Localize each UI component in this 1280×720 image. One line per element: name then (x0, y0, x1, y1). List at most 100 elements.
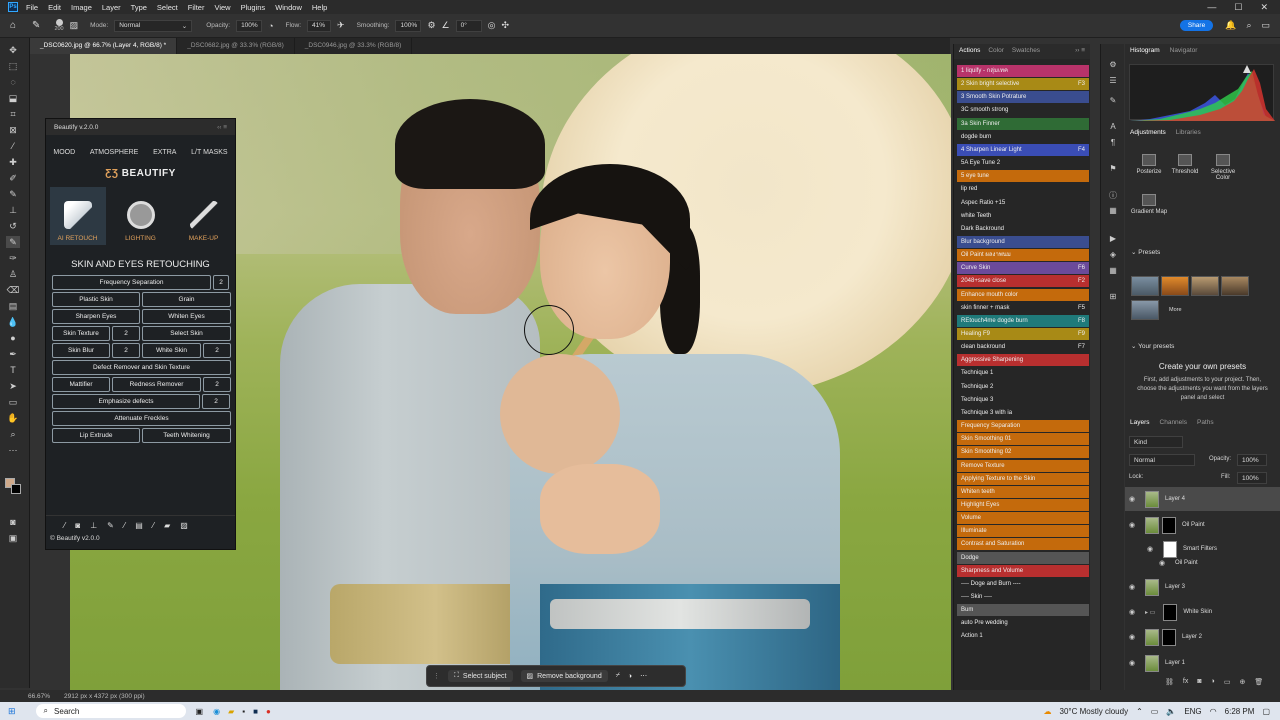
action-item[interactable]: Oil Paint ผลงาพนม (957, 249, 1089, 262)
skin-texture-button[interactable]: Skin Texture (52, 326, 110, 341)
action-item[interactable]: 5A Eye Tune 2 (957, 157, 1089, 170)
action-item[interactable]: 4 Sharpen Linear Light F4 (957, 143, 1089, 156)
new-group-icon[interactable]: ▭ (1224, 678, 1231, 686)
threshold-adjustment[interactable]: Threshold (1165, 154, 1205, 175)
tab-dsc0620[interactable]: _DSC0620.jpg @ 66.7% (Layer 4, RGB/8) * (30, 38, 178, 54)
layer-row-oil-paint[interactable]: ◉ Oil Paint (1125, 513, 1280, 537)
workspace-icon[interactable]: ▭ (1261, 20, 1270, 31)
remove-background-button[interactable]: ▨ Remove background (520, 670, 608, 682)
network-icon[interactable]: ▭ (1151, 707, 1159, 716)
visibility-eye-icon[interactable]: ◉ (1125, 659, 1139, 667)
menu-type[interactable]: Type (131, 3, 147, 12)
action-item[interactable]: ---- Skin ---- (957, 591, 1089, 603)
action-item[interactable]: Whiten teeth (957, 485, 1089, 498)
action-item[interactable]: Bum (957, 604, 1089, 617)
action-item[interactable]: Contrast and Saturation (957, 538, 1089, 551)
adjust-icon[interactable]: ◑ (628, 673, 632, 680)
tray-expand-icon[interactable]: ⌃ (1136, 707, 1143, 716)
menu-image[interactable]: Image (71, 3, 92, 12)
brush-tool-icon[interactable]: ✎ (32, 20, 40, 31)
zoom-level[interactable]: 66.67% (28, 693, 50, 700)
notification-icon[interactable]: ▢ (1262, 707, 1270, 716)
attenuate-freckles-button[interactable]: Attenuate Freckles (52, 411, 231, 426)
play-icon[interactable]: ▶ (1106, 234, 1120, 246)
wand-icon[interactable]: ⁄ (64, 521, 65, 530)
plugin-icon[interactable]: ⊞ (1106, 292, 1120, 304)
history-brush-icon[interactable]: ↺ (6, 220, 20, 232)
info-icon[interactable]: ⓘ (1106, 190, 1120, 202)
frequency-separation-button[interactable]: Frequency Separation (52, 275, 211, 290)
action-item[interactable]: Skin Smoothing 02 (957, 446, 1089, 459)
search-icon[interactable]: ⌕ (1246, 20, 1251, 31)
menu-layer[interactable]: Layer (102, 3, 121, 12)
pen-icon[interactable]: ✎ (107, 521, 114, 530)
link-icon[interactable]: ⛓ (1165, 678, 1174, 686)
preset-thumb-4[interactable] (1221, 276, 1249, 296)
menu-plugins[interactable]: Plugins (241, 3, 266, 12)
symmetry-icon[interactable]: ✣ (501, 20, 509, 31)
notifications-icon[interactable]: 🔔 (1225, 20, 1236, 31)
image-icon[interactable]: ▨ (180, 521, 188, 530)
mixer-brush-icon[interactable]: ✑ (6, 252, 20, 264)
action-item[interactable]: dogde burn (957, 130, 1089, 143)
explorer-icon[interactable]: ▰ (228, 707, 234, 716)
timeline-icon[interactable]: ▦ (1106, 206, 1120, 218)
action-item[interactable]: 3C smooth strong (957, 104, 1089, 117)
visibility-eye-icon[interactable]: ◉ (1125, 495, 1139, 503)
action-item[interactable]: Volume (957, 512, 1089, 525)
move-tool-icon[interactable]: ✥ (6, 44, 20, 56)
menu-mood[interactable]: MOOD (53, 149, 75, 156)
3d-icon[interactable]: ◈ (1106, 250, 1120, 262)
menu-window[interactable]: Window (275, 3, 302, 12)
visibility-eye-icon[interactable]: ◉ (1125, 521, 1139, 529)
layer-group-white-skin[interactable]: ◉ ▸ ▭ White Skin (1125, 600, 1280, 624)
more-presets-link[interactable]: More (1169, 307, 1182, 313)
menu-file[interactable]: File (26, 3, 38, 12)
action-item[interactable]: Dark Backround (957, 222, 1089, 235)
visibility-eye-icon[interactable]: ◉ (1125, 608, 1139, 616)
plastic-skin-button[interactable]: Plastic Skin (52, 292, 140, 307)
menu-edit[interactable]: Edit (48, 3, 61, 12)
pressure-size-icon[interactable]: ◎ (488, 20, 496, 31)
paragraph-icon[interactable]: ¶ (1106, 138, 1120, 150)
marquee-tool-icon[interactable]: ⬚ (6, 60, 20, 72)
maximize-icon[interactable]: ☐ (1234, 2, 1242, 13)
tab-adjustments[interactable]: Adjustments (1130, 129, 1166, 136)
panel-collapse-icon[interactable]: ‹‹ ≡ (217, 124, 227, 131)
character-icon[interactable]: A (1106, 122, 1120, 134)
hand-tool-icon[interactable]: ✋ (6, 412, 20, 424)
shape-tool-icon[interactable]: ▭ (6, 396, 20, 408)
action-item[interactable]: Frequency Separation (957, 420, 1089, 433)
mask-icon[interactable]: ◙ (75, 521, 80, 530)
tab-swatches[interactable]: Swatches (1012, 47, 1040, 56)
action-item[interactable]: skin finner + mask F5 (957, 301, 1089, 314)
wifi-icon[interactable]: ◠ (1210, 707, 1217, 716)
redness-remover-count[interactable]: 2 (203, 377, 231, 392)
panel-menu-icon[interactable]: ›› ≡ (1075, 47, 1085, 56)
blur-tool-icon[interactable]: 💧 (6, 316, 20, 328)
tab-navigator[interactable]: Navigator (1170, 47, 1198, 54)
flow-field[interactable]: 41% (307, 19, 332, 32)
grain-button[interactable]: Grain (142, 292, 231, 307)
app-icon[interactable]: ▪ (242, 707, 245, 716)
skin-blur-button[interactable]: Skin Blur (52, 343, 110, 358)
tab-dsc0682[interactable]: _DSC0682.jpg @ 33.3% (RGB/8) (177, 38, 295, 54)
background-color-swatch[interactable] (11, 484, 21, 494)
menu-view[interactable]: View (214, 3, 230, 12)
brush-settings-icon[interactable]: ▨ (70, 20, 79, 31)
preset-thumb-5[interactable] (1131, 300, 1159, 320)
tab-layers[interactable]: Layers (1130, 419, 1150, 426)
oil-paint-filter-row[interactable]: ◉ Oil Paint (1125, 555, 1280, 571)
tab-channels[interactable]: Channels (1160, 419, 1187, 426)
lasso-tool-icon[interactable]: ◌ (6, 76, 20, 88)
action-item[interactable]: 5 eye tune (957, 170, 1089, 183)
ai-retouch-tab[interactable]: AI RETOUCH (49, 187, 106, 245)
pressure-opacity-icon[interactable]: ◔ (268, 21, 273, 31)
volume-icon[interactable]: 🔈 (1166, 707, 1176, 716)
properties-icon[interactable]: ☰ (1106, 76, 1120, 88)
visibility-eye-icon[interactable]: ◉ (1155, 559, 1169, 567)
select-skin-button[interactable]: Select Skin (142, 326, 231, 341)
chrome-icon[interactable]: ● (266, 707, 271, 716)
visibility-eye-icon[interactable]: ◉ (1143, 545, 1157, 553)
zoom-tool-icon[interactable]: ⌕ (6, 428, 20, 440)
